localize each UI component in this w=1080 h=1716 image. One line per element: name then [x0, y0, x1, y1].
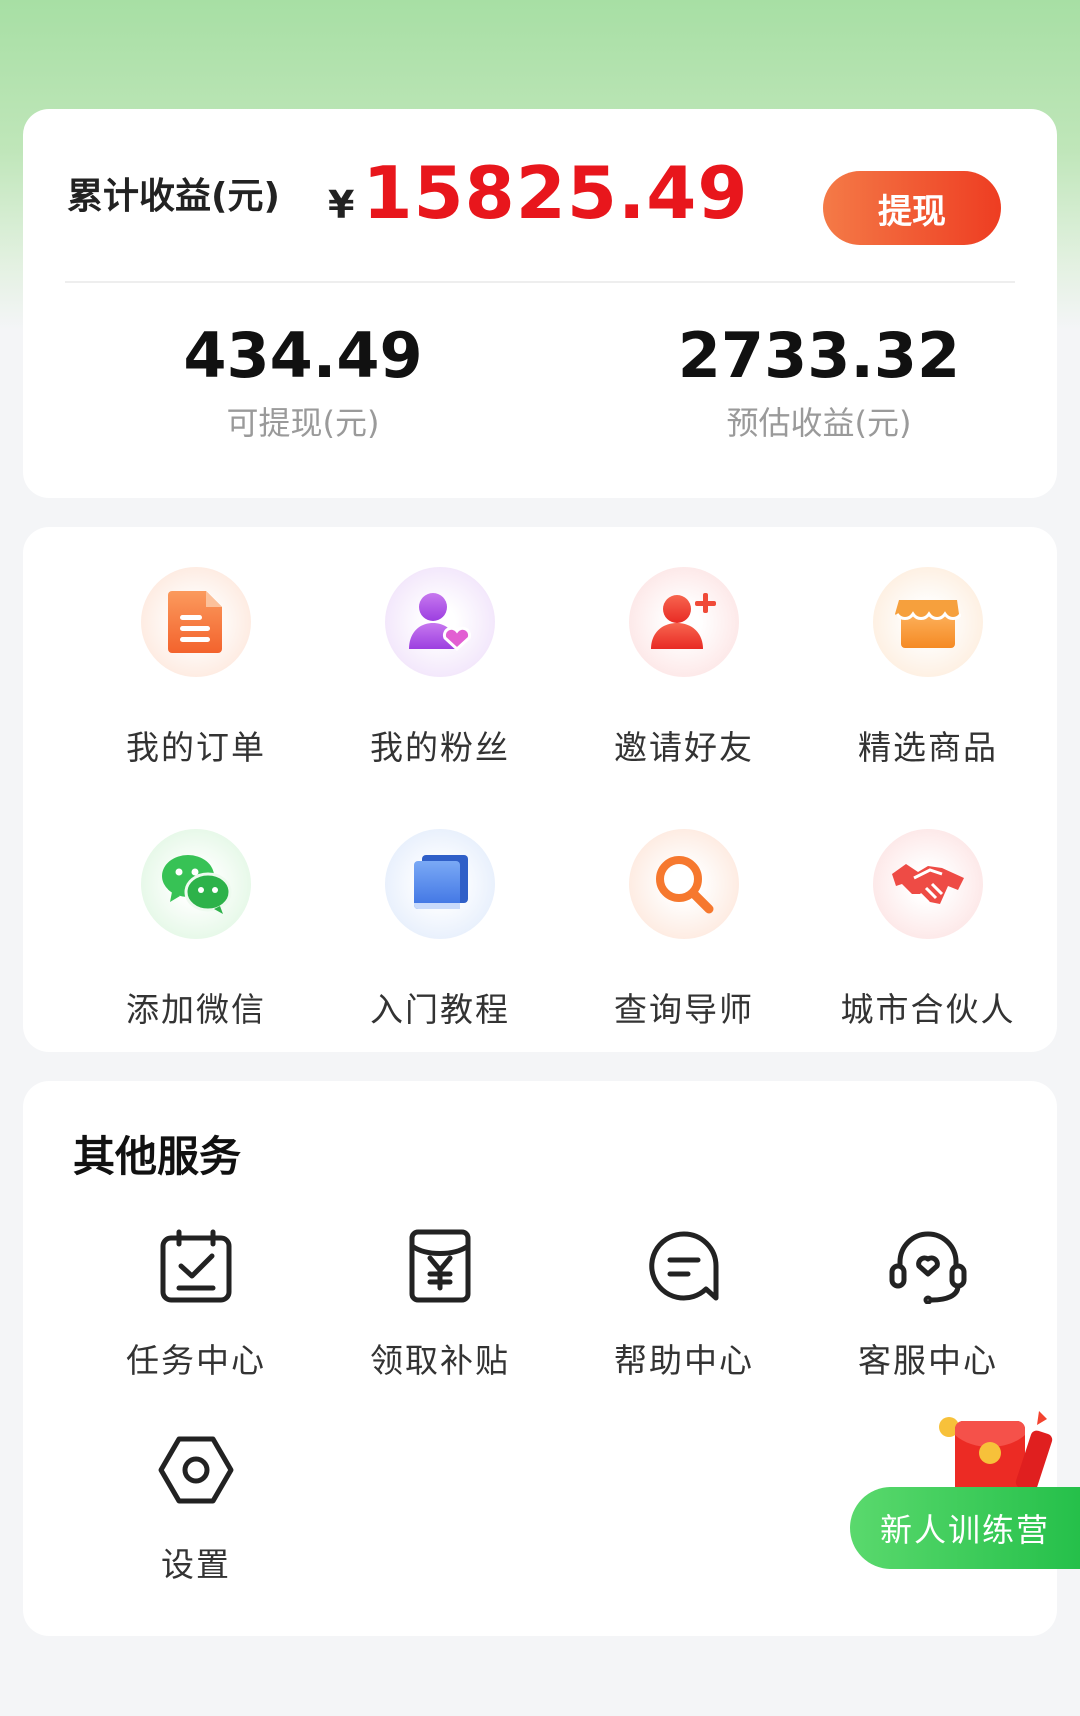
service-label: 设置 [161, 1545, 231, 1584]
currency-symbol: ¥ [328, 183, 355, 227]
service-claim-subsidy[interactable]: 领取补贴 [318, 1226, 562, 1382]
feature-label: 邀请好友 [614, 728, 754, 767]
estimated-value: 2733.32 [677, 319, 961, 392]
add-user-icon [629, 567, 739, 677]
user-heart-icon [385, 567, 495, 677]
feature-label: 我的粉丝 [370, 728, 510, 767]
features-card: 我的订单 我的粉丝 邀请好友 精选商品 添加微信 入门教程 查询导师 城市合伙人 [23, 527, 1057, 1052]
settings-hex-icon [156, 1430, 236, 1510]
feature-my-fans[interactable]: 我的粉丝 [318, 567, 562, 769]
feature-add-wechat[interactable]: 添加微信 [74, 829, 318, 1031]
total-earnings-amount: ¥ 15825.49 [328, 151, 749, 235]
estimated-label: 预估收益(元) [726, 404, 912, 442]
service-label: 任务中心 [126, 1341, 266, 1380]
promo-label: 新人训练营 [850, 1487, 1080, 1569]
document-icon [141, 567, 251, 677]
feature-my-orders[interactable]: 我的订单 [74, 567, 318, 769]
service-customer-service[interactable]: 客服中心 [806, 1226, 1050, 1382]
withdrawable-label: 可提现(元) [226, 404, 380, 442]
earnings-card: 累计收益(元) ¥ 15825.49 提现 434.49 可提现(元) 2733… [23, 109, 1057, 498]
feature-label: 添加微信 [126, 990, 266, 1029]
withdrawable-value: 434.49 [183, 319, 423, 392]
handshake-icon [873, 829, 983, 939]
calendar-check-icon [156, 1226, 236, 1306]
divider [65, 281, 1015, 283]
feature-tutorial[interactable]: 入门教程 [318, 829, 562, 1031]
withdraw-button[interactable]: 提现 [823, 171, 1001, 245]
wechat-icon [141, 829, 251, 939]
feature-label: 入门教程 [370, 990, 510, 1029]
feature-invite-friends[interactable]: 邀请好友 [562, 567, 806, 769]
feature-label: 城市合伙人 [840, 990, 1016, 1029]
estimated-stat[interactable]: 2733.32 预估收益(元) [619, 319, 1019, 444]
service-label: 帮助中心 [614, 1341, 754, 1380]
service-label: 客服中心 [858, 1341, 998, 1380]
total-earnings-label: 累计收益(元) [67, 176, 280, 217]
feature-label: 查询导师 [614, 990, 754, 1029]
book-icon [385, 829, 495, 939]
service-label: 领取补贴 [370, 1341, 510, 1380]
total-earnings-value: 15825.49 [362, 151, 749, 235]
headset-icon [888, 1226, 968, 1306]
service-settings[interactable]: 设置 [74, 1430, 318, 1586]
feature-find-mentor[interactable]: 查询导师 [562, 829, 806, 1031]
newbie-training-promo[interactable]: 新人训练营 [850, 1405, 1080, 1569]
feature-label: 精选商品 [858, 728, 998, 767]
service-task-center[interactable]: 任务中心 [74, 1226, 318, 1382]
section-title: 其他服务 [73, 1132, 242, 1181]
feature-selected-goods[interactable]: 精选商品 [806, 567, 1050, 769]
search-icon [629, 829, 739, 939]
yen-envelope-icon [400, 1226, 480, 1306]
feature-label: 我的订单 [126, 728, 266, 767]
store-icon [873, 567, 983, 677]
withdrawable-stat[interactable]: 434.49 可提现(元) [103, 319, 503, 444]
feature-city-partner[interactable]: 城市合伙人 [806, 829, 1050, 1031]
service-help-center[interactable]: 帮助中心 [562, 1226, 806, 1382]
chat-bubble-icon [644, 1226, 724, 1306]
